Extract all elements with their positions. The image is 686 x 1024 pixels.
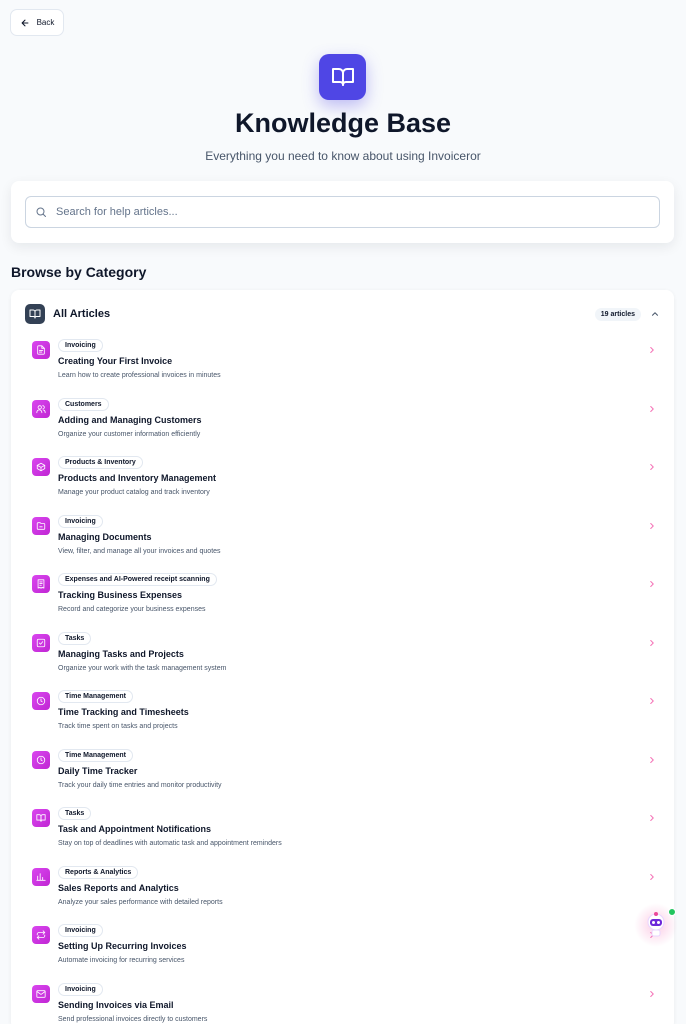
article-row[interactable]: Time Management Time Tracking and Timeshe…	[32, 690, 657, 742]
search-box[interactable]	[25, 196, 660, 228]
article-row[interactable]: Tasks Task and Appointment Notifications S…	[32, 807, 657, 859]
back-label: Back	[36, 18, 55, 27]
article-title[interactable]: Adding and Managing Customers	[58, 415, 202, 425]
article-row[interactable]: Invoicing Creating Your First Invoice Lear…	[32, 339, 657, 391]
article-row[interactable]: Tasks Managing Tasks and Projects Organize…	[32, 631, 657, 684]
article-title[interactable]: Daily Time Tracker	[58, 766, 137, 776]
clock-icon	[32, 692, 50, 710]
article-row[interactable]: Invoicing Managing Documents View, filter,…	[32, 514, 657, 567]
chevron-right-icon[interactable]	[647, 404, 657, 414]
file-text-icon	[32, 341, 50, 359]
article-title[interactable]: Creating Your First Invoice	[58, 356, 172, 366]
browse-heading: Browse by Category	[11, 264, 147, 280]
category-card: All Articles 19 articles Invoicing Creati…	[11, 290, 674, 1024]
article-description: Track your daily time entries and monito…	[58, 781, 222, 789]
article-category-badge: Invoicing	[58, 339, 103, 352]
article-title[interactable]: Sending Invoices via Email	[58, 1000, 174, 1010]
chevron-right-icon[interactable]	[647, 462, 657, 472]
chevron-right-icon[interactable]	[647, 989, 657, 999]
category-header[interactable]: All Articles 19 articles	[25, 303, 660, 325]
article-description: Track time spent on tasks and projects	[58, 723, 178, 730]
check-square-icon	[32, 633, 50, 652]
mail-icon	[32, 984, 50, 1003]
bar-chart-icon	[32, 867, 50, 886]
page-title: Knowledge Base	[234, 108, 452, 138]
article-title[interactable]: Tracking Business Expenses	[58, 590, 182, 600]
article-description: Manage your product catalog and track in…	[58, 489, 210, 496]
article-row[interactable]: Products & Inventory Products and Invento…	[32, 456, 657, 508]
arrow-left-icon	[21, 19, 29, 26]
article-description: Analyze your sales performance with deta…	[58, 898, 223, 906]
article-description: Automate invoicing for recurring service…	[58, 957, 185, 964]
article-count-badge: 19 articles	[594, 307, 641, 321]
chevron-right-icon[interactable]	[647, 872, 657, 882]
article-category-badge: Tasks	[58, 631, 92, 645]
clock-icon	[32, 750, 50, 769]
article-row[interactable]: Invoicing Setting Up Recurring Invoices Au…	[32, 924, 657, 976]
online-status-dot	[668, 908, 676, 916]
article-category-badge: Time Management	[58, 748, 133, 762]
book-icon	[32, 809, 50, 827]
page-subtitle: Everything you need to know about using …	[205, 149, 481, 163]
article-category-badge: Invoicing	[58, 982, 103, 996]
article-row[interactable]: Customers Adding and Managing Customers Or…	[32, 397, 657, 450]
article-description: View, filter, and manage all your invoic…	[58, 547, 221, 555]
article-description: Organize your customer information effic…	[58, 430, 201, 438]
article-description: Stay on top of deadlines with automatic …	[58, 840, 282, 847]
article-title[interactable]: Task and Appointment Notifications	[58, 824, 211, 834]
article-category-badge: Time Management	[58, 690, 133, 703]
article-category-badge: Tasks	[58, 807, 92, 820]
chevron-right-icon[interactable]	[647, 696, 657, 706]
article-description: Learn how to create professional invoice…	[58, 372, 221, 379]
article-title[interactable]: Sales Reports and Analytics	[58, 883, 179, 893]
chevron-right-icon[interactable]	[647, 638, 657, 648]
article-title[interactable]: Setting Up Recurring Invoices	[58, 941, 187, 951]
repeat-icon	[32, 926, 50, 944]
chevron-right-icon[interactable]	[647, 813, 657, 823]
users-icon	[32, 399, 50, 418]
chevron-right-icon[interactable]	[647, 579, 657, 589]
article-row[interactable]: Invoicing Sending Invoices via Email Send …	[32, 982, 657, 1024]
article-category-badge: Customers	[58, 397, 109, 411]
article-title[interactable]: Time Tracking and Timesheets	[58, 707, 189, 717]
article-row[interactable]: Time Management Daily Time Tracker Track y…	[32, 748, 657, 801]
article-row[interactable]: Expenses and AI-Powered receipt scanning…	[32, 573, 657, 625]
article-category-badge: Invoicing	[58, 924, 103, 937]
article-row[interactable]: Reports & Analytics Sales Reports and Ana…	[32, 865, 657, 918]
category-title: All Articles	[53, 308, 111, 320]
article-title[interactable]: Managing Tasks and Projects	[58, 649, 184, 659]
chevron-up-icon[interactable]	[650, 309, 660, 319]
article-category-badge: Expenses and AI-Powered receipt scanning	[58, 573, 217, 586]
article-title[interactable]: Products and Inventory Management	[58, 473, 216, 483]
package-icon	[32, 458, 50, 476]
article-category-badge: Reports & Analytics	[58, 865, 139, 879]
receipt-icon	[32, 575, 50, 593]
book-open-icon	[25, 304, 45, 324]
search-input[interactable]	[56, 206, 616, 218]
search-icon	[36, 207, 46, 217]
article-title[interactable]: Managing Documents	[58, 532, 152, 542]
back-button[interactable]: Back	[10, 9, 64, 36]
search-card	[11, 181, 674, 243]
article-description: Record and categorize your business expe…	[58, 606, 206, 613]
chevron-right-icon[interactable]	[647, 345, 657, 355]
folder-icon	[32, 516, 50, 535]
article-description: Organize your work with the task managem…	[58, 664, 227, 672]
article-category-badge: Products & Inventory	[58, 456, 143, 469]
article-description: Send professional invoices directly to c…	[58, 1015, 208, 1023]
book-open-icon	[319, 54, 366, 100]
article-category-badge: Invoicing	[58, 514, 103, 528]
chevron-right-icon[interactable]	[647, 755, 657, 765]
chevron-right-icon[interactable]	[647, 521, 657, 531]
